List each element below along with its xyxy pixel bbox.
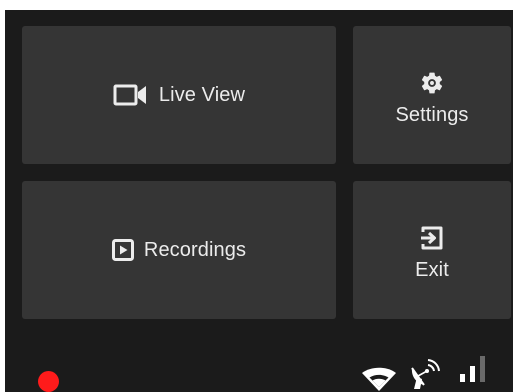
satellite-dish-icon (407, 358, 441, 392)
recordings-label: Recordings (143, 238, 247, 261)
settings-label: Settings (395, 103, 469, 126)
signal-bars-icon (458, 354, 490, 384)
recording-indicator (38, 371, 59, 392)
exit-label: Exit (415, 258, 449, 281)
exit-icon (419, 225, 445, 251)
status-bar (5, 336, 513, 392)
live-view-button[interactable]: Live View (22, 26, 336, 164)
gear-icon (419, 70, 445, 96)
live-view-label: Live View (158, 83, 246, 106)
wifi-icon (361, 367, 397, 392)
app-screen: Live View Settings Recordings Exit (5, 10, 513, 392)
settings-button[interactable]: Settings (353, 26, 511, 164)
videocam-icon (113, 83, 149, 107)
recordings-button[interactable]: Recordings (22, 181, 336, 319)
exit-button[interactable]: Exit (353, 181, 511, 319)
play-box-icon (111, 239, 134, 261)
